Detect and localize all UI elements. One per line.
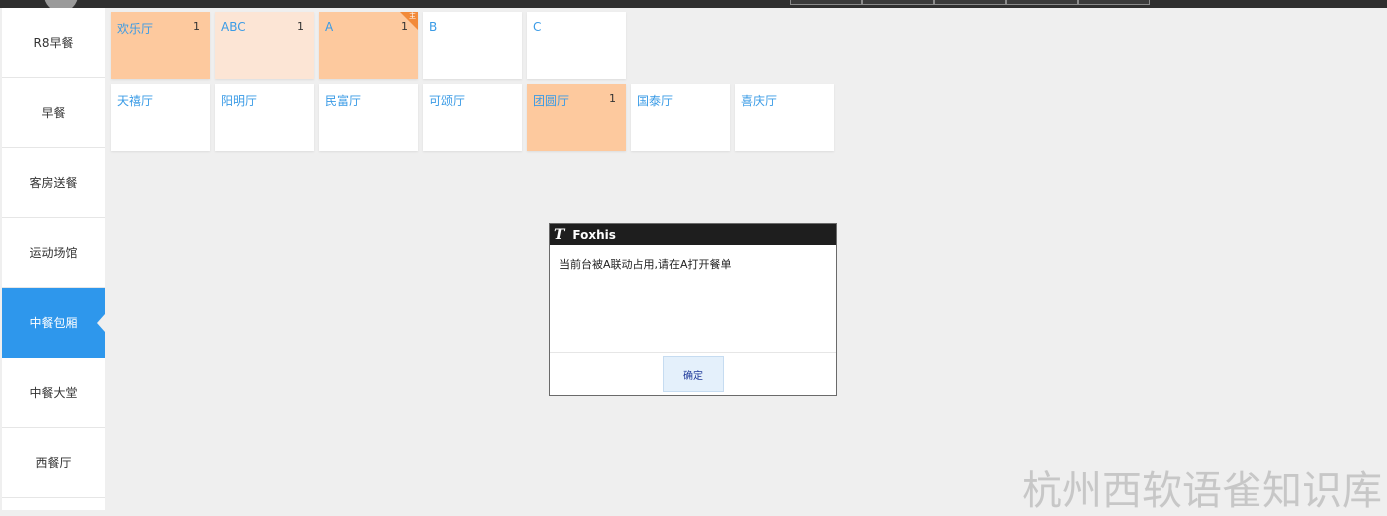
table-tile-kesong[interactable]: 可颂厅 — [423, 84, 522, 151]
top-tab-4[interactable] — [1006, 0, 1078, 5]
table-tile-tianxi[interactable]: 天禧厅 — [111, 84, 210, 151]
top-tab-1[interactable] — [790, 0, 862, 5]
sidebar-item-label: 运动场馆 — [29, 246, 78, 260]
dialog-footer: 确定 — [550, 353, 836, 395]
sidebar-item-r8-breakfast[interactable]: R8早餐 — [2, 8, 105, 78]
table-tile-huanle[interactable]: 欢乐厅 1 — [111, 12, 210, 79]
table-name: 欢乐厅 — [117, 22, 154, 36]
sidebar-item-label: 西餐厅 — [35, 456, 72, 470]
table-count: 1 — [609, 92, 616, 105]
dialog-title: Foxhis — [572, 227, 616, 242]
watermark: 杭州西软语雀知识库 — [1022, 468, 1382, 514]
table-name: 喜庆厅 — [741, 94, 778, 108]
sidebar-item-label: 客房送餐 — [29, 176, 78, 190]
table-tile-minfu[interactable]: 民富厅 — [319, 84, 418, 151]
dialog-message: 当前台被A联动占用,请在A打开餐单 — [550, 245, 836, 353]
table-tile-guotai[interactable]: 国泰厅 — [631, 84, 730, 151]
sidebar-item-chinese-hall[interactable]: 中餐大堂 — [2, 358, 105, 428]
table-name: 阳明厅 — [221, 94, 258, 108]
alert-dialog: T Foxhis 当前台被A联动占用,请在A打开餐单 确定 — [549, 223, 837, 396]
table-name: 天禧厅 — [117, 94, 154, 108]
top-tab-3[interactable] — [934, 0, 1006, 5]
top-bar — [0, 0, 1387, 8]
sidebar-item-label: 早餐 — [41, 106, 66, 120]
title-stub — [660, 0, 704, 3]
top-tab-5[interactable] — [1078, 0, 1150, 5]
table-name: A — [325, 20, 334, 34]
table-tile-xiqing[interactable]: 喜庆厅 — [735, 84, 834, 151]
sidebar-item-label: R8早餐 — [33, 36, 74, 50]
table-tile-b[interactable]: B — [423, 12, 522, 79]
foxhis-logo-icon: T — [554, 226, 565, 243]
top-tab-2[interactable] — [862, 0, 934, 5]
sidebar-item-label: 中餐大堂 — [29, 386, 78, 400]
sidebar-item-label: 中餐包厢 — [29, 316, 78, 330]
table-name: 可颂厅 — [429, 94, 466, 108]
main-table-corner-label: 主 — [409, 12, 416, 20]
table-count: 1 — [193, 20, 200, 33]
table-name: 团圆厅 — [533, 94, 570, 108]
ok-button[interactable]: 确定 — [662, 356, 724, 392]
table-name: 国泰厅 — [637, 94, 674, 108]
logo-circle[interactable] — [44, 0, 78, 8]
table-count: 1 — [297, 20, 304, 33]
sidebar: R8早餐 早餐 客房送餐 运动场馆 中餐包厢 中餐大堂 西餐厅 — [2, 8, 105, 510]
table-tile-tuanyuan[interactable]: 团圆厅 1 — [527, 84, 626, 151]
table-name: C — [533, 20, 542, 34]
sidebar-item-chinese-private-rooms[interactable]: 中餐包厢 — [2, 288, 105, 358]
table-tile-yangming[interactable]: 阳明厅 — [215, 84, 314, 151]
table-name: B — [429, 20, 438, 34]
sidebar-item-western-restaurant[interactable]: 西餐厅 — [2, 428, 105, 498]
dialog-header: T Foxhis — [550, 224, 836, 245]
table-tile-c[interactable]: C — [527, 12, 626, 79]
sidebar-item-breakfast[interactable]: 早餐 — [2, 78, 105, 148]
table-tile-a[interactable]: A 1 主 — [319, 12, 418, 79]
sidebar-item-sports-venue[interactable]: 运动场馆 — [2, 218, 105, 288]
sidebar-item-room-service[interactable]: 客房送餐 — [2, 148, 105, 218]
table-name: ABC — [221, 20, 246, 34]
table-name: 民富厅 — [325, 94, 362, 108]
table-tile-abc[interactable]: ABC 1 — [215, 12, 314, 79]
